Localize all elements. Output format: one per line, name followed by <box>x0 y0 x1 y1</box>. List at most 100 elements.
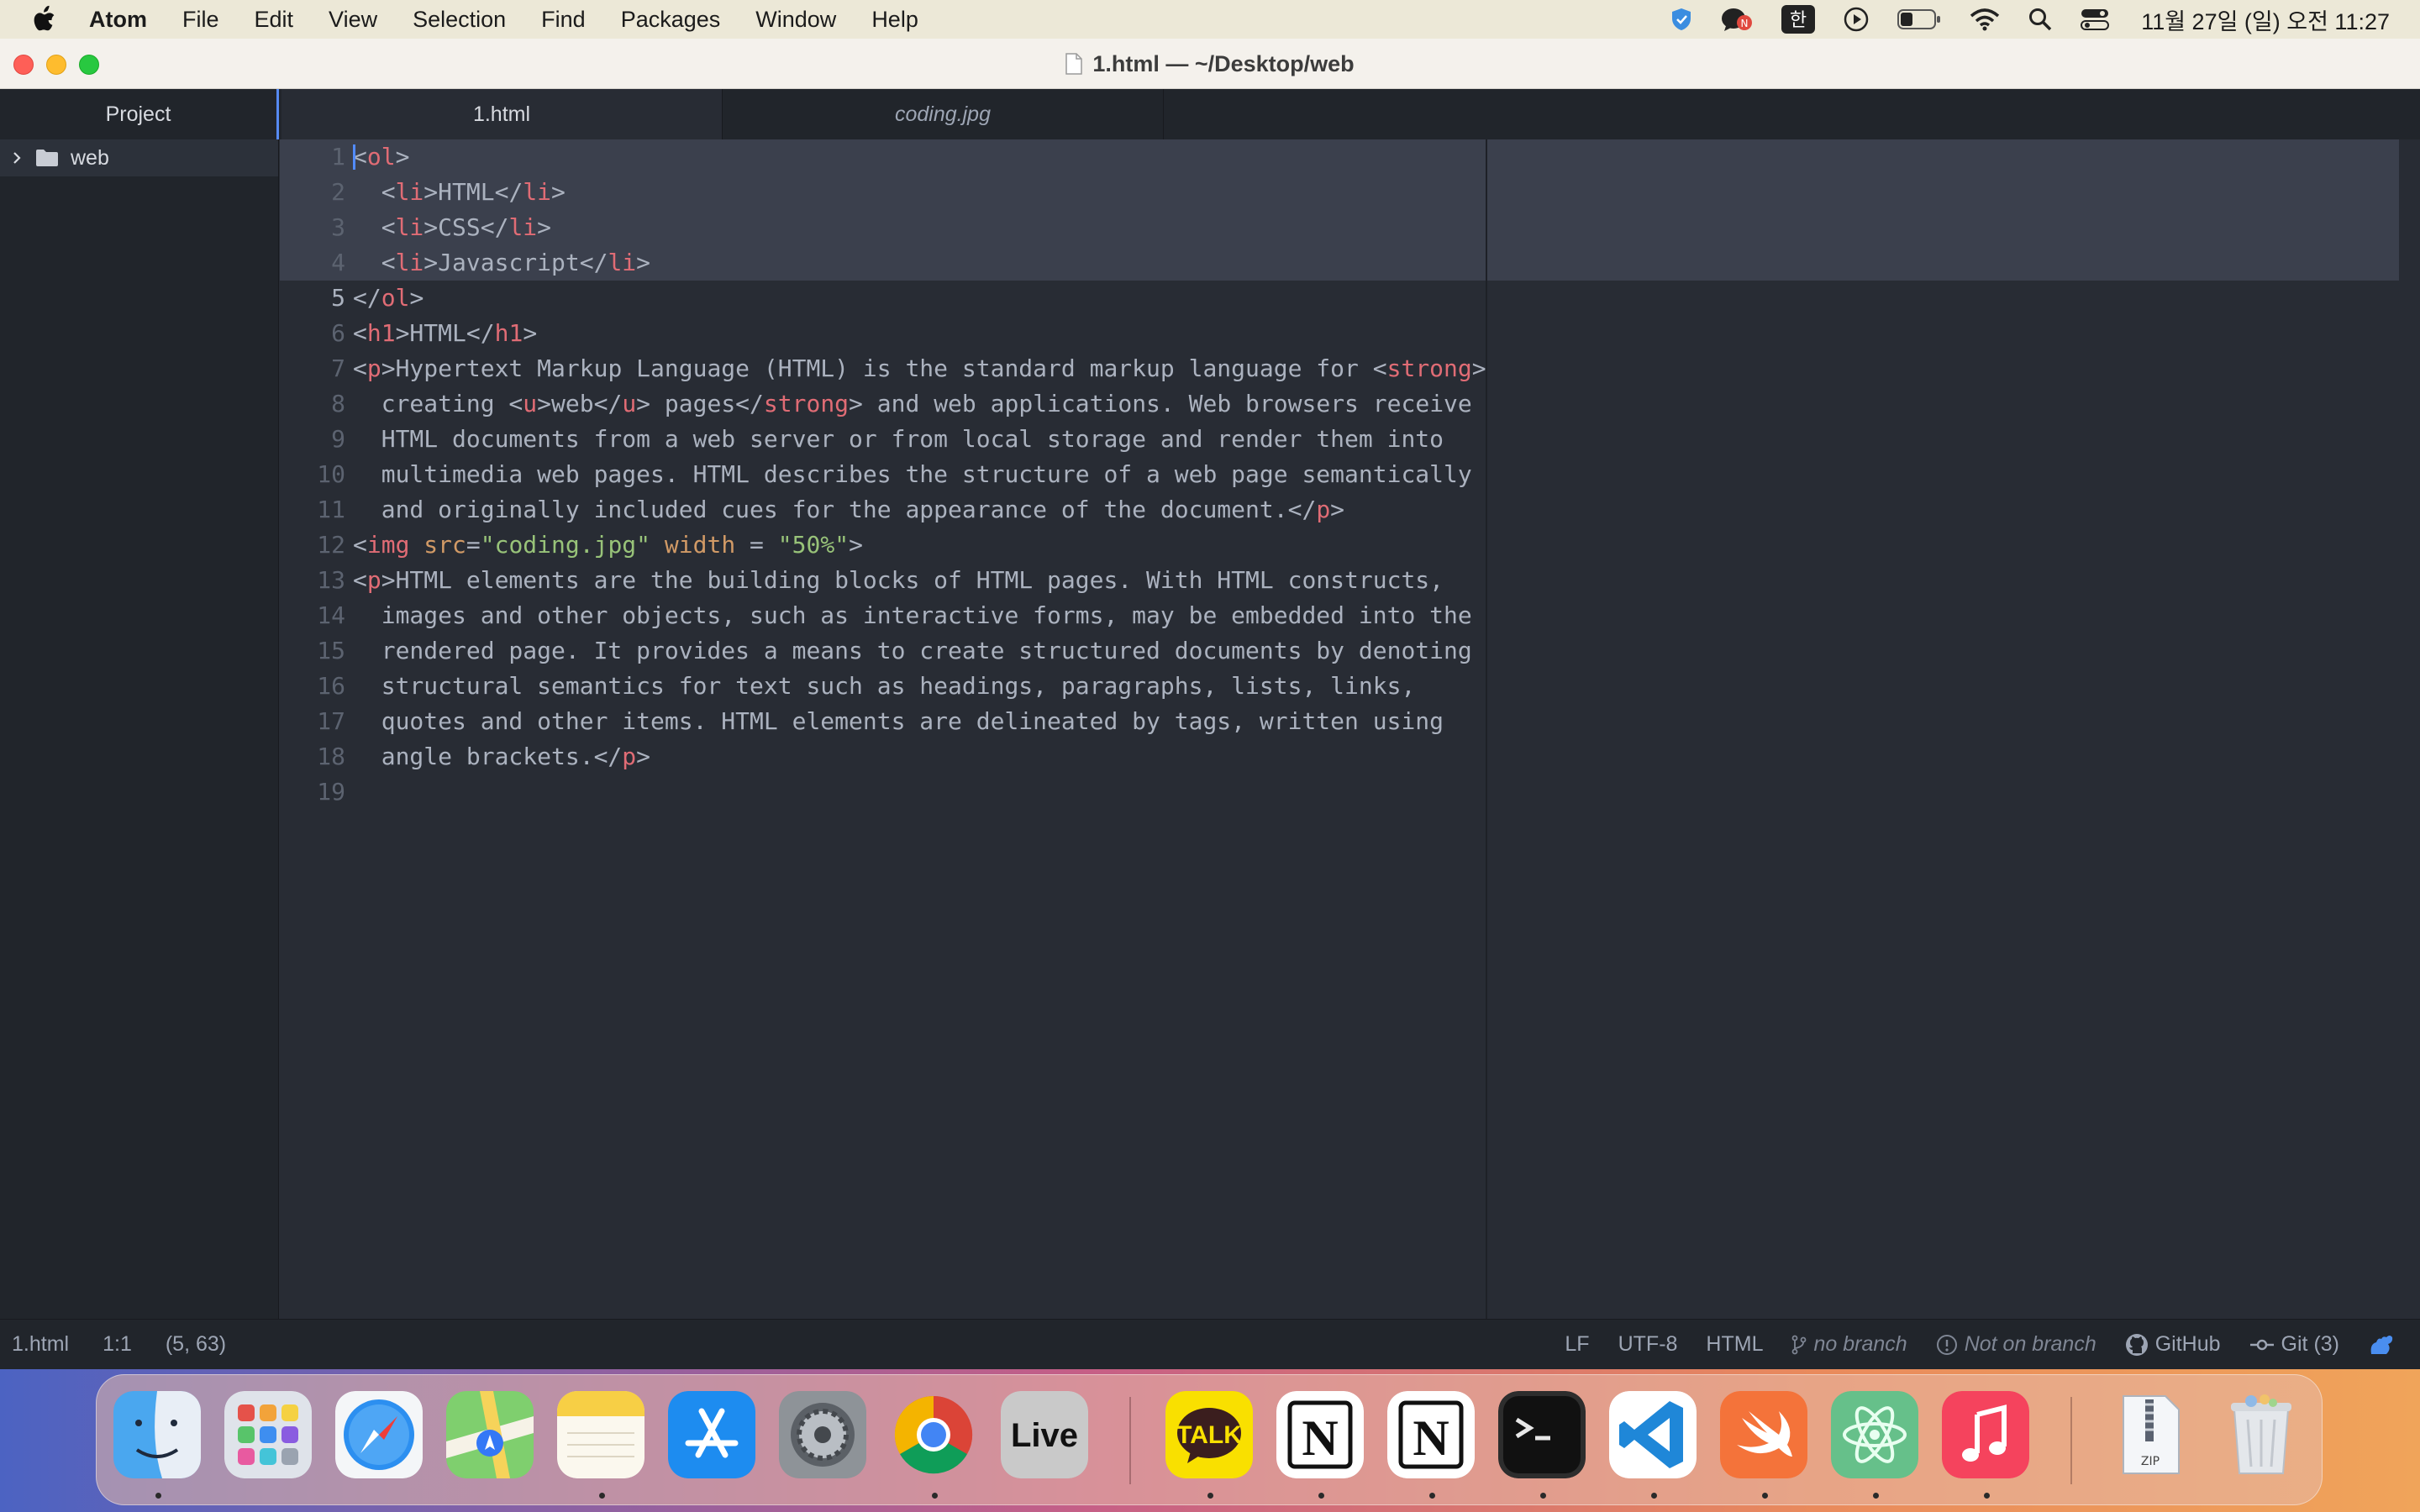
menubar-clock[interactable]: 11월 27일 (일) 오전 11:27 <box>2141 3 2390 36</box>
dock-vscode-icon[interactable] <box>1609 1391 1697 1478</box>
dock-live-icon[interactable]: Live <box>1001 1391 1088 1478</box>
dock-notion-icon[interactable]: N <box>1276 1391 1364 1478</box>
dock-swift-icon[interactable] <box>1720 1391 1807 1478</box>
code-line[interactable]: <h1>HTML</h1> <box>353 316 1496 351</box>
code-line[interactable]: <p>Hypertext Markup Language (HTML) is t… <box>353 351 1496 386</box>
line-number: 17 <box>317 707 345 735</box>
running-indicator <box>1984 1493 1990 1499</box>
menu-file[interactable]: File <box>182 7 219 33</box>
code-line[interactable]: </ol> <box>353 281 1496 316</box>
project-panel-tab[interactable]: Project <box>0 89 279 139</box>
line-number: 13 <box>317 566 345 594</box>
dock-maps-icon[interactable] <box>446 1391 534 1478</box>
dock: Live TALK N N ZIP <box>96 1374 2323 1505</box>
tab-coding-jpg[interactable]: coding.jpg <box>723 89 1164 139</box>
line-number: 14 <box>317 601 345 629</box>
status-line-ending[interactable]: LF <box>1565 1332 1589 1357</box>
menu-app-atom[interactable]: Atom <box>89 7 147 33</box>
dock-launchpad-icon[interactable] <box>224 1391 312 1478</box>
status-file-name[interactable]: 1.html <box>12 1332 69 1357</box>
code-line[interactable]: angle brackets.</p> <box>353 739 1496 774</box>
code-line[interactable] <box>353 774 1496 810</box>
menu-packages[interactable]: Packages <box>621 7 721 33</box>
dock-kakaotalk-icon[interactable]: TALK <box>1165 1391 1253 1478</box>
dock-finder-icon[interactable] <box>113 1391 201 1478</box>
status-selection-count[interactable]: (5, 63) <box>166 1332 226 1357</box>
chat-notification-icon[interactable]: N <box>1721 0 1753 39</box>
code-line[interactable]: structural semantics for text such as he… <box>353 669 1496 704</box>
svg-text:N: N <box>1741 18 1749 29</box>
control-center-icon[interactable] <box>2081 0 2110 39</box>
squirrel-update-icon[interactable] <box>2368 1332 2402 1357</box>
code-line[interactable]: creating <u>web</u> pages</strong> and w… <box>353 386 1496 422</box>
menu-find[interactable]: Find <box>541 7 586 33</box>
menu-selection[interactable]: Selection <box>413 7 506 33</box>
status-grammar[interactable]: HTML <box>1706 1332 1763 1357</box>
git-commit-icon <box>2249 1339 2274 1350</box>
code-line[interactable]: images and other objects, such as intera… <box>353 598 1496 633</box>
code-line[interactable]: <li>Javascript</li> <box>353 245 1496 281</box>
apple-icon[interactable] <box>30 4 57 34</box>
menu-window[interactable]: Window <box>755 7 836 33</box>
code-line[interactable]: rendered page. It provides a means to cr… <box>353 633 1496 669</box>
wifi-icon[interactable] <box>1970 0 2000 39</box>
running-indicator <box>1651 1493 1657 1499</box>
code-line[interactable]: quotes and other items. HTML elements ar… <box>353 704 1496 739</box>
status-bar: 1.html 1:1 (5, 63) LF UTF-8 HTML no bran… <box>0 1319 2420 1369</box>
running-indicator <box>932 1493 938 1499</box>
status-github[interactable]: GitHub <box>2125 1332 2221 1357</box>
code-editor[interactable]: 1 2 3 4 5 6 7 8 9 10 11 12 13 14 15 16 17 18 19 <ol> <li>H… <box>280 139 2420 1319</box>
code-line[interactable]: HTML documents from a web server or from… <box>353 422 1496 457</box>
status-menu-area: N 한 11월 27일 (일) 오전 11:27 <box>1642 0 2420 39</box>
code-line[interactable]: multimedia web pages. HTML describes the… <box>353 457 1496 492</box>
shield-icon[interactable] <box>1670 0 1692 39</box>
play-icon[interactable] <box>1844 0 1869 39</box>
code-lines[interactable]: <ol> <li>HTML</li> <li>CSS</li> <li>Java… <box>353 139 1496 810</box>
status-git[interactable]: Git (3) <box>2249 1332 2339 1357</box>
status-cursor-position[interactable]: 1:1 <box>103 1332 132 1357</box>
code-line[interactable]: <p>HTML elements are the building blocks… <box>353 563 1496 598</box>
code-line[interactable]: <img src="coding.jpg" width = "50%"> <box>353 528 1496 563</box>
dock-terminal-icon[interactable] <box>1498 1391 1586 1478</box>
dock-notes-icon[interactable] <box>557 1391 644 1478</box>
battery-icon[interactable] <box>1897 0 1941 39</box>
running-indicator <box>1873 1493 1879 1499</box>
code-line[interactable]: <ol> <box>353 139 1496 175</box>
dock-music-icon[interactable] <box>1942 1391 2029 1478</box>
dock-talk-label: TALK <box>1176 1421 1242 1449</box>
title-bar[interactable]: 1.html — ~/Desktop/web <box>0 39 2420 89</box>
status-branch-label: no branch <box>1813 1332 1907 1356</box>
line-number: 11 <box>317 496 345 523</box>
dock-atom-icon[interactable] <box>1831 1391 1918 1478</box>
dock-notion-label: N <box>1302 1410 1338 1466</box>
status-git-label: Git (3) <box>2281 1332 2339 1356</box>
chevron-right-icon[interactable] <box>10 151 24 165</box>
dock-system-preferences-icon[interactable] <box>779 1391 866 1478</box>
line-number: 18 <box>317 743 345 770</box>
tree-folder-web[interactable]: web <box>0 139 278 176</box>
menu-edit[interactable]: Edit <box>255 7 294 33</box>
code-line[interactable]: and originally included cues for the app… <box>353 492 1496 528</box>
menu-help[interactable]: Help <box>871 7 918 33</box>
dock-live-label: Live <box>1011 1417 1078 1454</box>
menu-view[interactable]: View <box>329 7 377 33</box>
line-number: 3 <box>331 213 345 241</box>
folder-icon <box>36 150 58 166</box>
dock-chrome-icon[interactable] <box>890 1391 977 1478</box>
input-method-icon[interactable]: 한 <box>1781 0 1816 39</box>
status-encoding[interactable]: UTF-8 <box>1618 1332 1678 1357</box>
line-number: 19 <box>317 778 345 806</box>
dock-app-store-icon[interactable] <box>668 1391 755 1478</box>
code-line[interactable]: <li>CSS</li> <box>353 210 1496 245</box>
dock-trash-icon[interactable] <box>2217 1391 2305 1478</box>
code-line[interactable]: <li>HTML</li> <box>353 175 1496 210</box>
status-not-on-branch[interactable]: Not on branch <box>1936 1332 2096 1357</box>
tab-1-html[interactable]: 1.html <box>281 89 723 139</box>
status-branch[interactable]: no branch <box>1791 1332 1907 1357</box>
search-icon[interactable] <box>2028 0 2052 39</box>
tab-bar: Project 1.html coding.jpg <box>0 89 2420 139</box>
dock-safari-icon[interactable] <box>335 1391 423 1478</box>
dock-notion-2-label: N <box>1413 1410 1449 1466</box>
dock-archive-icon[interactable]: ZIP <box>2107 1391 2194 1478</box>
dock-notion-2-icon[interactable]: N <box>1387 1391 1475 1478</box>
